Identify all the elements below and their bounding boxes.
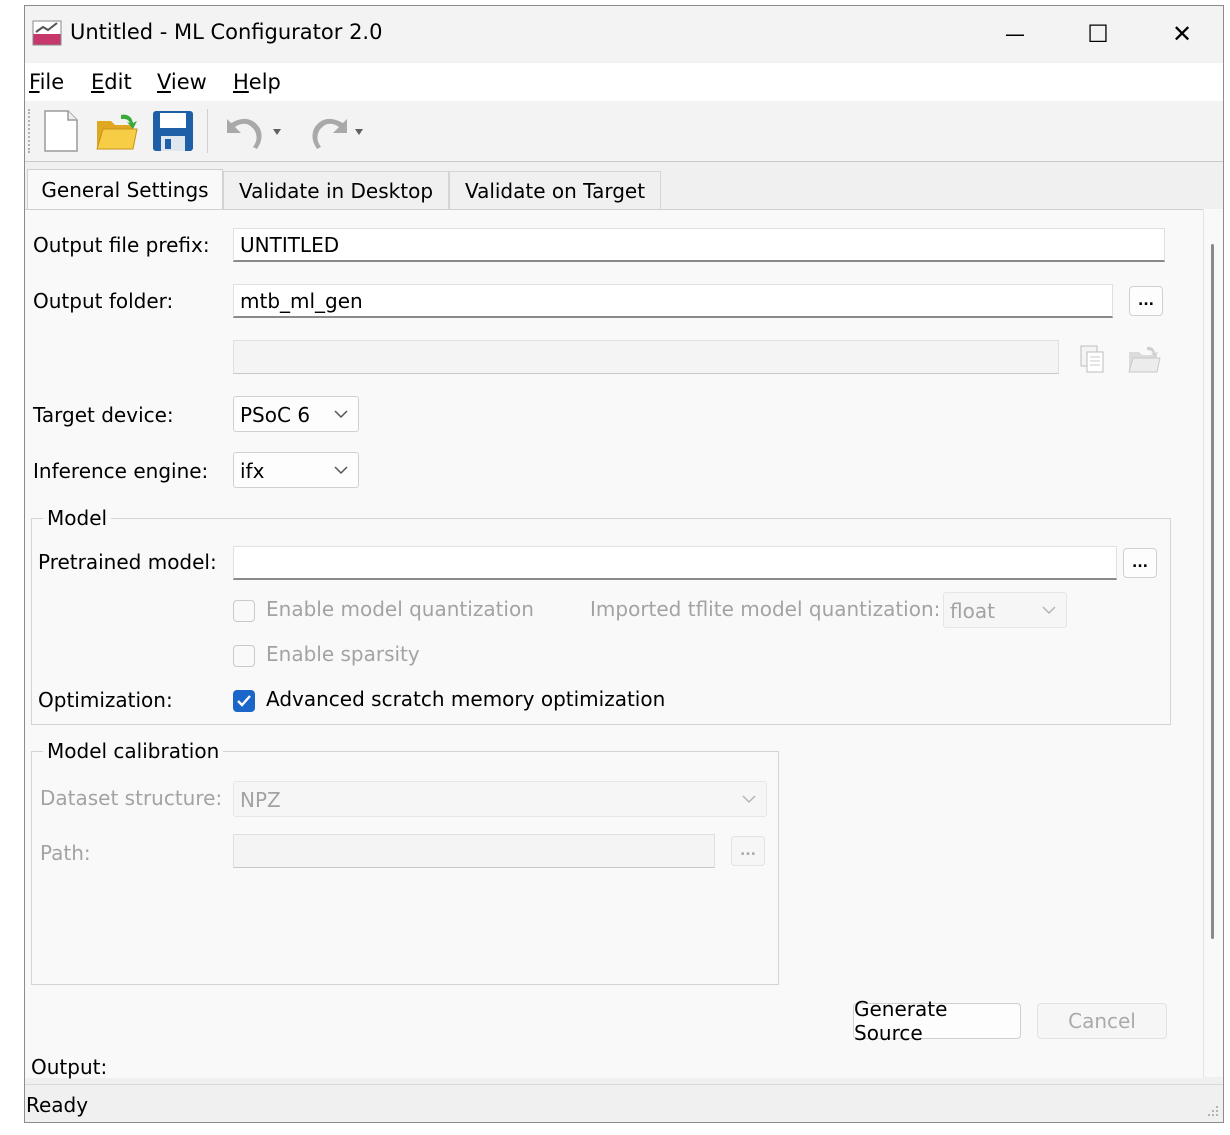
tab-validate-target[interactable]: Validate on Target <box>449 171 661 209</box>
optimization-label: Optimization: <box>38 688 173 712</box>
tab-bar: General Settings Validate in Desktop Val… <box>25 169 1223 210</box>
scrollbar-thumb[interactable] <box>1211 244 1214 939</box>
pretrained-model-input[interactable] <box>233 546 1117 580</box>
checkmark-icon <box>237 695 251 707</box>
menu-edit[interactable]: Edit <box>91 70 132 94</box>
general-settings-panel: Output file prefix: UNTITLED Output fold… <box>25 209 1203 1079</box>
generate-source-button[interactable]: Generate Source <box>853 997 1021 1045</box>
resize-grip-icon[interactable] <box>1205 1102 1219 1121</box>
output-folder-input[interactable]: mtb_ml_gen <box>233 284 1113 318</box>
chevron-down-icon <box>334 410 348 419</box>
output-prefix-label: Output file prefix: <box>33 233 210 257</box>
inference-engine-value: ifx <box>240 459 265 483</box>
calibration-path-input <box>233 834 715 868</box>
redo-button[interactable] <box>297 109 369 153</box>
close-button[interactable]: ✕ <box>1152 14 1212 54</box>
minimize-button[interactable]: — <box>985 14 1045 54</box>
inference-engine-label: Inference engine: <box>33 459 209 483</box>
target-device-select[interactable]: PSoC 6 <box>233 396 359 432</box>
output-label: Output: <box>31 1055 108 1079</box>
scratch-memory-label: Advanced scratch memory optimization <box>266 687 666 711</box>
sparsity-checkbox[interactable] <box>233 645 255 667</box>
sparsity-label: Enable sparsity <box>266 642 420 666</box>
quantization-checkbox[interactable] <box>233 600 255 622</box>
dataset-structure-select: NPZ <box>233 781 767 817</box>
output-folder-label: Output folder: <box>33 289 174 313</box>
quantization-label: Enable model quantization <box>266 597 534 621</box>
open-button[interactable] <box>95 109 139 153</box>
undo-button[interactable] <box>217 109 287 153</box>
app-logo-icon <box>32 20 62 46</box>
calibration-path-browse-button: ... <box>731 836 765 866</box>
close-icon: ✕ <box>1171 20 1193 48</box>
calibration-path-label: Path: <box>40 841 91 865</box>
pretrained-model-label: Pretrained model: <box>38 550 217 574</box>
imported-quantization-select: float <box>943 592 1067 628</box>
imported-quantization-value: float <box>950 599 995 623</box>
title-bar: Untitled - ML Configurator 2.0 — ☐ ✕ <box>25 6 1223 62</box>
toolbar-grip[interactable] <box>28 109 32 153</box>
new-button[interactable] <box>41 109 81 153</box>
target-device-label: Target device: <box>33 403 174 427</box>
maximize-button[interactable]: ☐ <box>1068 14 1128 54</box>
menu-view[interactable]: View <box>157 70 207 94</box>
inference-engine-select[interactable]: ifx <box>233 452 359 488</box>
scratch-memory-checkbox[interactable] <box>233 690 255 712</box>
copy-path-button[interactable] <box>1077 344 1107 378</box>
undo-icon <box>227 118 281 149</box>
full-path-field <box>233 340 1059 374</box>
window-title: Untitled - ML Configurator 2.0 <box>70 20 383 44</box>
calibration-group-title: Model calibration <box>43 739 224 763</box>
copy-icon <box>1080 345 1104 373</box>
cancel-button: Cancel <box>1037 1003 1167 1039</box>
dataset-structure-value: NPZ <box>240 788 281 812</box>
app-window: Untitled - ML Configurator 2.0 — ☐ ✕ Fil… <box>24 5 1224 1123</box>
redo-icon <box>312 118 363 149</box>
open-folder-icon <box>96 114 138 150</box>
target-device-value: PSoC 6 <box>240 403 311 427</box>
imported-quantization-label: Imported tflite model quantization: <box>590 597 941 621</box>
menu-file[interactable]: File <box>29 70 64 94</box>
folder-icon <box>1128 346 1161 373</box>
status-text: Ready <box>26 1093 89 1117</box>
tab-validate-desktop[interactable]: Validate in Desktop <box>223 171 449 209</box>
toolbar <box>25 101 1223 162</box>
menu-bar: File Edit View Help <box>25 63 1223 101</box>
tab-general-settings[interactable]: General Settings <box>27 169 223 210</box>
minimize-icon: — <box>1005 22 1025 46</box>
chevron-down-icon <box>742 795 756 804</box>
open-path-folder-button[interactable] <box>1127 344 1161 378</box>
save-icon <box>153 111 193 151</box>
save-button[interactable] <box>151 109 195 153</box>
chevron-down-icon <box>334 466 348 475</box>
menu-help[interactable]: Help <box>233 70 281 94</box>
toolbar-separator <box>207 109 208 153</box>
chevron-down-icon <box>1042 606 1056 615</box>
dataset-structure-label: Dataset structure: <box>40 786 223 810</box>
new-document-icon <box>44 110 78 152</box>
maximize-icon: ☐ <box>1087 20 1109 48</box>
status-bar: Ready <box>25 1084 1223 1122</box>
output-prefix-input[interactable]: UNTITLED <box>233 228 1165 262</box>
pretrained-model-browse-button[interactable]: ... <box>1123 548 1157 578</box>
vertical-scrollbar[interactable] <box>1203 209 1223 1077</box>
output-folder-browse-button[interactable]: ... <box>1129 286 1163 316</box>
model-group-title: Model <box>43 506 112 530</box>
